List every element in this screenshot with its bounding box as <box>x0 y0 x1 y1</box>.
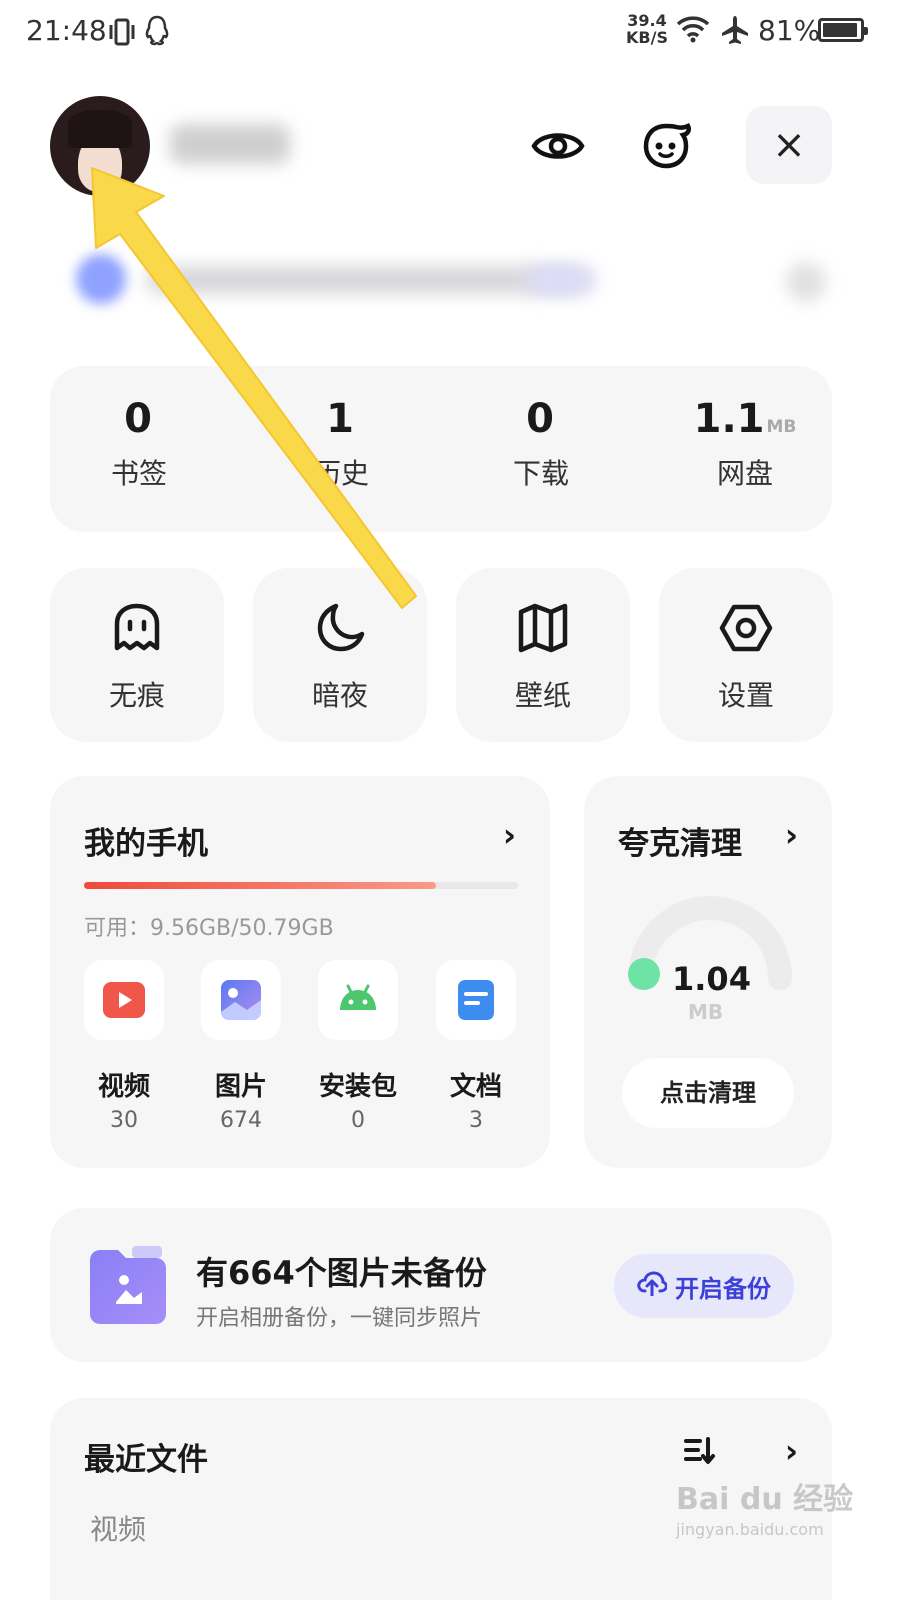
watermark-brand: Bai du 经验 <box>676 1482 854 1517</box>
gauge-indicator <box>628 958 660 990</box>
airplane-icon <box>720 14 750 50</box>
stat-history[interactable]: 1 历史 <box>256 396 426 492</box>
category-count: 30 <box>110 1108 138 1133</box>
storage-progress-fill <box>84 882 436 889</box>
stat-bookmarks[interactable]: 0 书签 <box>54 396 224 492</box>
stat-unit: MB <box>766 417 797 437</box>
network-speed: 39.4 KB/S <box>626 12 668 46</box>
stat-cloud-drive[interactable]: 1.1 MB 网盘 <box>660 396 830 492</box>
banner-icon <box>76 254 126 304</box>
video-icon <box>102 978 146 1022</box>
sort-icon[interactable] <box>684 1436 716 1470</box>
my-phone-title: 我的手机 <box>84 826 208 862</box>
chevron-right-icon[interactable]: › <box>785 1432 798 1470</box>
category-docs[interactable] <box>436 960 516 1040</box>
category-count: 0 <box>351 1108 365 1133</box>
network-speed-unit: KB/S <box>626 28 668 47</box>
category-name: 文档 <box>449 1072 502 1102</box>
avatar[interactable] <box>50 96 150 196</box>
username-blurred[interactable] <box>170 124 290 164</box>
tile-label: 暗夜 <box>311 679 368 712</box>
recent-tab-video[interactable]: 视频 <box>90 1508 146 1548</box>
stat-label: 书签 <box>110 457 167 490</box>
banner-arrow-icon <box>786 262 826 302</box>
status-bar: 21:48 39.4 KB/S 81% <box>0 0 900 64</box>
category-name: 图片 <box>214 1072 267 1102</box>
tile-label: 无痕 <box>108 679 165 712</box>
chevron-right-icon[interactable]: › <box>785 816 798 854</box>
tile-label: 设置 <box>717 679 774 712</box>
watermark-url: jingyan.baidu.com <box>676 1520 824 1539</box>
tile-wallpaper[interactable]: 壁纸 <box>456 568 630 742</box>
avatar-face <box>78 142 122 192</box>
category-count: 674 <box>220 1108 262 1133</box>
start-backup-button[interactable]: 开启备份 <box>614 1254 794 1318</box>
stat-downloads[interactable]: 0 下载 <box>456 396 626 492</box>
image-icon <box>219 978 263 1022</box>
member-banner-blurred[interactable] <box>56 236 846 320</box>
vibrate-icon <box>108 16 136 52</box>
storage-available: 可用：9.56GB/50.79GB <box>84 916 334 941</box>
cleaner-unit: MB <box>688 1000 724 1024</box>
category-images[interactable] <box>201 960 281 1040</box>
my-phone-card[interactable]: 我的手机 › 可用：9.56GB/50.79GB 视频 图片 安装包 文档 30… <box>50 776 550 1168</box>
stat-label: 网盘 <box>716 457 773 490</box>
tile-incognito[interactable]: 无痕 <box>50 568 224 742</box>
stat-value: 0 <box>526 396 554 442</box>
category-name: 安装包 <box>318 1072 397 1102</box>
wifi-icon <box>676 14 710 48</box>
storage-progress-bar <box>84 882 518 889</box>
wallpaper-icon <box>513 598 573 658</box>
category-video[interactable] <box>84 960 164 1040</box>
backup-title: 有664个图片未备份 <box>196 1254 487 1292</box>
android-icon <box>336 978 380 1022</box>
cleaner-card[interactable]: 夸克清理 › 1.04 MB 点击清理 <box>584 776 832 1168</box>
close-button[interactable]: × <box>746 106 832 184</box>
backup-card[interactable]: 有664个图片未备份 开启相册备份，一键同步照片 开启备份 <box>50 1208 832 1362</box>
stat-label: 历史 <box>312 457 369 490</box>
category-name: 视频 <box>97 1072 150 1102</box>
battery-percent: 81% <box>758 14 821 47</box>
stat-value: 1.1 <box>693 396 765 442</box>
network-speed-value: 39.4 <box>627 11 667 30</box>
stat-value: 1 <box>326 396 354 442</box>
document-icon <box>454 978 498 1022</box>
settings-icon <box>716 598 776 658</box>
tile-label: 壁纸 <box>514 679 571 712</box>
backup-subtitle: 开启相册备份，一键同步照片 <box>196 1306 483 1331</box>
avatar-hair <box>68 110 132 148</box>
category-count: 3 <box>469 1108 483 1133</box>
chevron-right-icon[interactable]: › <box>503 816 516 854</box>
ghost-icon <box>107 598 167 658</box>
qq-icon <box>144 14 170 50</box>
photo-folder-icon <box>88 1246 168 1326</box>
tile-settings[interactable]: 设置 <box>659 568 833 742</box>
start-backup-label: 开启备份 <box>675 1274 771 1303</box>
cleaner-value: 1.04 <box>672 960 751 998</box>
recent-files-title: 最近文件 <box>84 1442 208 1478</box>
watermark: Bai du 经验 jingyan.baidu.com <box>676 1474 853 1539</box>
eye-icon[interactable] <box>530 118 586 174</box>
battery-icon <box>818 18 868 42</box>
mascot-icon[interactable] <box>638 118 694 174</box>
moon-icon <box>310 598 370 658</box>
close-icon: × <box>772 122 806 168</box>
tile-dark-mode[interactable]: 暗夜 <box>253 568 427 742</box>
clean-button[interactable]: 点击清理 <box>622 1058 794 1128</box>
stat-label: 下载 <box>512 457 569 490</box>
stat-value: 0 <box>124 396 152 442</box>
cleaner-title: 夸克清理 <box>618 826 742 862</box>
status-time: 21:48 <box>26 14 107 47</box>
stats-card: 0 书签 1 历史 0 下载 1.1 MB 网盘 <box>50 366 832 532</box>
category-apk[interactable] <box>318 960 398 1040</box>
cloud-upload-icon <box>637 1270 668 1302</box>
